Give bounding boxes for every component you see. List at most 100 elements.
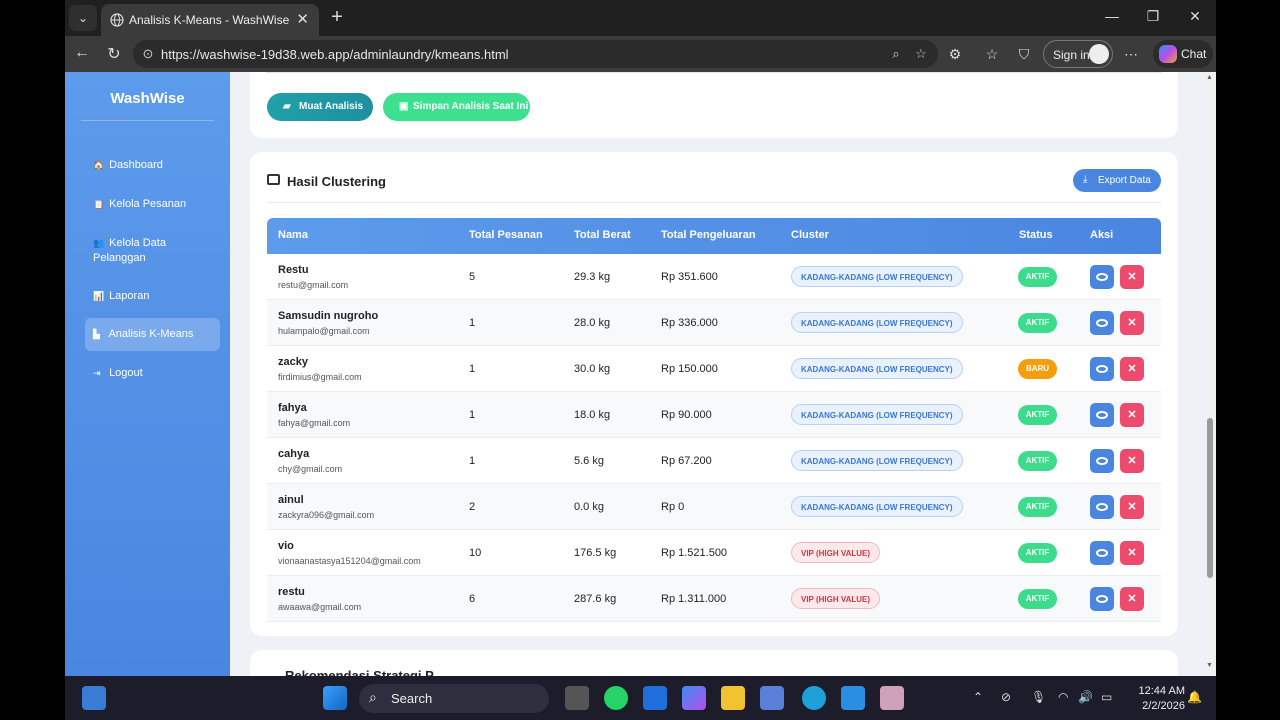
title-bar: ⌄ Analisis K-Means - WashWise ✕ + — ❐ ✕	[65, 0, 1216, 36]
taskbar-search[interactable]: ⌕ Search	[359, 684, 549, 713]
view-eye-icon[interactable]	[1090, 311, 1114, 335]
favorites-icon[interactable]: ☆	[982, 44, 1002, 64]
customer-email: hulampalo@gmail.com	[278, 326, 370, 336]
extensions-icon[interactable]: ⚙	[945, 44, 965, 64]
more-options-icon[interactable]: ⋯	[1121, 44, 1141, 64]
app-icon[interactable]	[643, 686, 667, 710]
sidebar-item-kelola-data-pelanggan[interactable]: 👥 Kelola Data Pelanggan	[85, 236, 220, 266]
search-label: Search	[391, 691, 433, 706]
table-row: cahya chy@gmail.com 1 5.6 kg Rp 67.200 KADANG…	[267, 438, 1161, 484]
view-eye-icon[interactable]	[1090, 495, 1114, 519]
column-header-total-pengeluaran: Total Pengeluaran	[661, 229, 756, 241]
chat-label: Chat	[1181, 47, 1207, 61]
delete-close-icon[interactable]: ✕	[1120, 265, 1144, 289]
globe-icon	[110, 13, 124, 27]
close-tab-icon[interactable]: ✕	[296, 10, 309, 28]
store-icon[interactable]	[760, 686, 784, 710]
divider	[267, 202, 1161, 203]
brand-logo[interactable]: WashWise	[65, 90, 230, 107]
tab-actions-chevron-icon[interactable]: ⌄	[69, 5, 97, 31]
microphone-icon[interactable]: 🎙	[1031, 690, 1046, 704]
logout-icon: ⇥	[93, 368, 101, 378]
zoom-icon[interactable]: ⌕	[888, 46, 904, 62]
whatsapp-icon[interactable]	[604, 686, 628, 710]
delete-close-icon[interactable]: ✕	[1120, 449, 1144, 473]
sidebar-item-dashboard[interactable]: 🏠 Dashboard	[85, 158, 220, 173]
page-scrollbar[interactable]: ▲ ▼	[1204, 72, 1216, 676]
view-eye-icon[interactable]	[1090, 449, 1114, 473]
snipping-tool-icon[interactable]	[880, 686, 904, 710]
chart-icon: 📊	[93, 291, 105, 301]
scroll-down-arrow-icon[interactable]: ▼	[1206, 662, 1213, 669]
column-header-aksi: Aksi	[1090, 229, 1114, 241]
delete-close-icon[interactable]: ✕	[1120, 495, 1144, 519]
file-explorer-icon[interactable]	[721, 686, 745, 710]
view-eye-icon[interactable]	[1090, 265, 1114, 289]
status-badge: AKTIF	[1018, 313, 1057, 333]
strategy-recommendation-card: Rekomendasi Strategi P...	[250, 650, 1178, 676]
chevron-up-icon[interactable]: ⌃	[973, 690, 983, 704]
back-arrow-icon[interactable]: ←	[71, 44, 93, 62]
scroll-up-arrow-icon[interactable]: ▲	[1206, 74, 1213, 81]
simpan-analisis-button[interactable]: ▣ Simpan Analisis Saat Ini	[383, 93, 530, 121]
volume-icon[interactable]: 🔊	[1078, 690, 1093, 704]
favorite-star-icon[interactable]: ☆	[913, 46, 929, 62]
total-pengeluaran-value: Rp 0	[661, 501, 685, 513]
delete-close-icon[interactable]: ✕	[1120, 587, 1144, 611]
site-info-icon[interactable]: ⊙	[140, 46, 156, 62]
delete-close-icon[interactable]: ✕	[1120, 403, 1144, 427]
network-off-icon[interactable]: ⊘	[1001, 690, 1011, 704]
sidebar-item-analisis-kmeans[interactable]: ▙ Analisis K-Means	[85, 318, 220, 351]
view-eye-icon[interactable]	[1090, 403, 1114, 427]
battery-icon[interactable]: ▭	[1101, 690, 1112, 704]
start-windows-icon[interactable]	[323, 686, 347, 710]
muat-analisis-button[interactable]: ▰ Muat Analisis	[267, 93, 373, 121]
taskbar: ⌕ Search ⌃ ⊘ 🎙 ◠ 🔊 ▭ 12:44 AM 2/2/2026 🔔	[65, 676, 1216, 720]
browser-essentials-icon[interactable]: ⛉	[1014, 44, 1034, 64]
sidebar-item-label: Analisis K-Means	[108, 328, 194, 340]
scrollbar-thumb[interactable]	[1207, 418, 1213, 578]
vscode-icon[interactable]	[841, 686, 865, 710]
minimize-icon[interactable]: —	[1102, 8, 1122, 24]
sidebar-item-kelola-pesanan[interactable]: 📋 Kelola Pesanan	[85, 197, 220, 212]
table-header: Nama Total Pesanan Total Berat Total Pen…	[267, 218, 1161, 254]
close-window-icon[interactable]: ✕	[1185, 8, 1205, 25]
column-header-total-berat: Total Berat	[574, 229, 631, 241]
customer-name: zacky	[278, 356, 308, 368]
address-bar[interactable]: ⊙ https://washwise-19d38.web.app/adminla…	[133, 40, 938, 68]
export-data-button[interactable]: ⤓ Export Data	[1073, 169, 1161, 192]
copilot-chat-button[interactable]: Chat	[1153, 40, 1213, 68]
notification-bell-icon[interactable]: 🔔	[1187, 690, 1202, 704]
widgets-icon[interactable]	[82, 686, 106, 710]
delete-close-icon[interactable]: ✕	[1120, 357, 1144, 381]
sidebar-item-laporan[interactable]: 📊 Laporan	[85, 289, 220, 304]
total-pesanan-value: 5	[469, 271, 476, 283]
sign-in-button[interactable]: Sign in	[1043, 40, 1113, 68]
copilot-taskbar-icon[interactable]	[682, 686, 706, 710]
clustering-results-card: Hasil Clustering ⤓ Export Data Nama Tota…	[250, 152, 1178, 636]
customer-email: firdimius@gmail.com	[278, 372, 362, 382]
delete-close-icon[interactable]: ✕	[1120, 311, 1144, 335]
restore-icon[interactable]: ❐	[1143, 8, 1163, 25]
task-view-icon[interactable]	[565, 686, 589, 710]
edge-icon[interactable]	[802, 686, 826, 710]
view-eye-icon[interactable]	[1090, 587, 1114, 611]
sidebar-item-logout[interactable]: ⇥ Logout	[85, 366, 220, 381]
status-badge: AKTIF	[1018, 451, 1057, 471]
sidebar-item-label: Logout	[109, 367, 143, 379]
wifi-icon[interactable]: ◠	[1058, 690, 1068, 704]
customer-email: awaawa@gmail.com	[278, 602, 362, 612]
delete-close-icon[interactable]: ✕	[1120, 541, 1144, 565]
clock[interactable]: 12:44 AM 2/2/2026	[1125, 684, 1185, 714]
cluster-badge: VIP (HIGH VALUE)	[791, 542, 881, 563]
status-badge: AKTIF	[1018, 405, 1057, 425]
customer-name: ainul	[278, 494, 304, 506]
analysis-actions-card: ▰ Muat Analisis ▣ Simpan Analisis Saat I…	[250, 72, 1178, 138]
refresh-icon[interactable]: ↻	[103, 44, 125, 64]
new-tab-plus-icon[interactable]: +	[325, 6, 349, 30]
view-eye-icon[interactable]	[1090, 541, 1114, 565]
browser-tab[interactable]: Analisis K-Means - WashWise ✕	[101, 4, 319, 36]
view-eye-icon[interactable]	[1090, 357, 1114, 381]
url-text[interactable]: https://washwise-19d38.web.app/adminlaun…	[161, 47, 509, 62]
cluster-badge: KADANG-KADANG (LOW FREQUENCY)	[791, 450, 963, 471]
